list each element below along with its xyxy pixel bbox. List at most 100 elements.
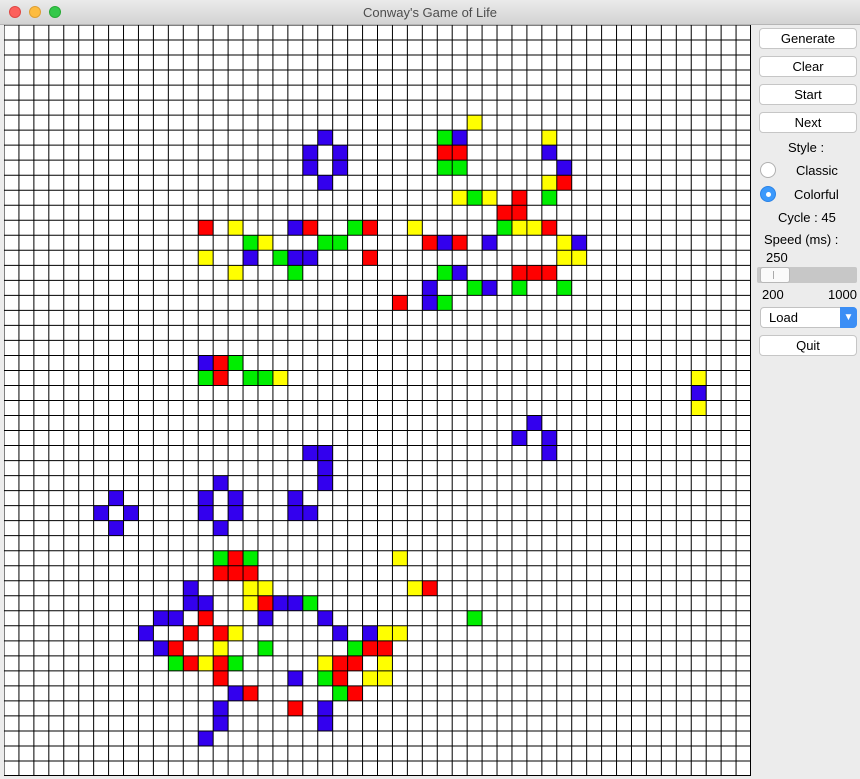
live-cell[interactable] [362,220,378,236]
live-cell[interactable] [317,475,333,491]
live-cell[interactable] [422,580,438,596]
live-cell[interactable] [541,190,557,206]
live-cell[interactable] [243,235,258,251]
live-cell[interactable] [526,220,542,236]
live-cell[interactable] [452,130,468,146]
live-cell[interactable] [317,670,333,686]
live-cell[interactable] [168,655,184,671]
live-cell[interactable] [332,235,348,251]
live-cell[interactable] [228,550,244,566]
live-cell[interactable] [332,625,348,641]
live-cell[interactable] [317,445,333,461]
live-cell[interactable] [482,235,498,251]
live-cell[interactable] [511,220,527,236]
live-cell[interactable] [228,655,244,671]
clear-button[interactable]: Clear [759,56,857,77]
live-cell[interactable] [452,235,468,251]
live-cell[interactable] [541,220,557,236]
live-cell[interactable] [243,595,258,611]
live-cell[interactable] [108,490,124,506]
live-cell[interactable] [302,445,318,461]
live-cell[interactable] [213,715,229,731]
speed-slider-knob[interactable] [760,267,790,283]
live-cell[interactable] [347,655,363,671]
live-cell[interactable] [541,265,557,281]
live-cell[interactable] [347,685,363,701]
live-cell[interactable] [287,505,303,521]
live-cell[interactable] [467,610,483,626]
live-cell[interactable] [541,145,557,161]
live-cell[interactable] [556,175,572,191]
live-cell[interactable] [511,265,527,281]
live-cell[interactable] [437,160,453,176]
start-button[interactable]: Start [759,84,857,105]
generate-button[interactable]: Generate [759,28,857,49]
live-cell[interactable] [467,115,483,131]
live-cell[interactable] [198,355,214,371]
live-cell[interactable] [198,370,214,386]
live-cell[interactable] [571,235,587,251]
live-cell[interactable] [317,460,333,476]
colorful-radio[interactable] [760,186,776,202]
live-cell[interactable] [407,580,423,596]
next-button[interactable]: Next [759,112,857,133]
live-cell[interactable] [257,595,273,611]
live-cell[interactable] [213,475,229,491]
live-cell[interactable] [108,520,124,536]
live-cell[interactable] [93,505,109,521]
live-cell[interactable] [302,505,318,521]
live-cell[interactable] [302,145,318,161]
live-cell[interactable] [452,190,468,206]
live-cell[interactable] [482,280,498,296]
live-cell[interactable] [541,445,557,461]
live-cell[interactable] [407,220,423,236]
live-cell[interactable] [437,145,453,161]
live-cell[interactable] [377,625,393,641]
live-cell[interactable] [183,595,199,611]
live-cell[interactable] [691,385,707,401]
classic-radio[interactable] [760,162,776,178]
live-cell[interactable] [556,235,572,251]
live-cell[interactable] [332,145,348,161]
live-cell[interactable] [243,250,258,266]
live-cell[interactable] [198,505,214,521]
live-cell[interactable] [243,550,258,566]
live-cell[interactable] [213,655,229,671]
live-cell[interactable] [287,700,303,716]
live-cell[interactable] [437,295,453,311]
live-cell[interactable] [422,295,438,311]
live-cell[interactable] [437,235,453,251]
live-cell[interactable] [198,595,214,611]
live-cell[interactable] [213,670,229,686]
life-grid[interactable] [4,25,751,776]
live-cell[interactable] [467,190,483,206]
live-cell[interactable] [377,640,393,656]
live-cell[interactable] [347,640,363,656]
live-cell[interactable] [213,640,229,656]
live-cell[interactable] [392,625,408,641]
live-cell[interactable] [228,565,244,581]
live-cell[interactable] [123,505,139,521]
live-cell[interactable] [362,670,378,686]
live-cell[interactable] [213,520,229,536]
live-cell[interactable] [243,580,258,596]
live-cell[interactable] [168,610,184,626]
live-cell[interactable] [377,655,393,671]
live-cell[interactable] [198,610,214,626]
live-cell[interactable] [511,190,527,206]
live-cell[interactable] [213,550,229,566]
live-cell[interactable] [317,700,333,716]
live-cell[interactable] [153,640,169,656]
live-cell[interactable] [541,175,557,191]
live-cell[interactable] [272,370,288,386]
live-cell[interactable] [257,610,273,626]
load-dropdown[interactable]: Load ▼ [760,307,857,328]
live-cell[interactable] [332,160,348,176]
live-cell[interactable] [556,160,572,176]
live-cell[interactable] [302,595,318,611]
live-cell[interactable] [362,250,378,266]
live-cell[interactable] [437,130,453,146]
live-cell[interactable] [317,610,333,626]
live-cell[interactable] [228,490,244,506]
live-cell[interactable] [377,670,393,686]
